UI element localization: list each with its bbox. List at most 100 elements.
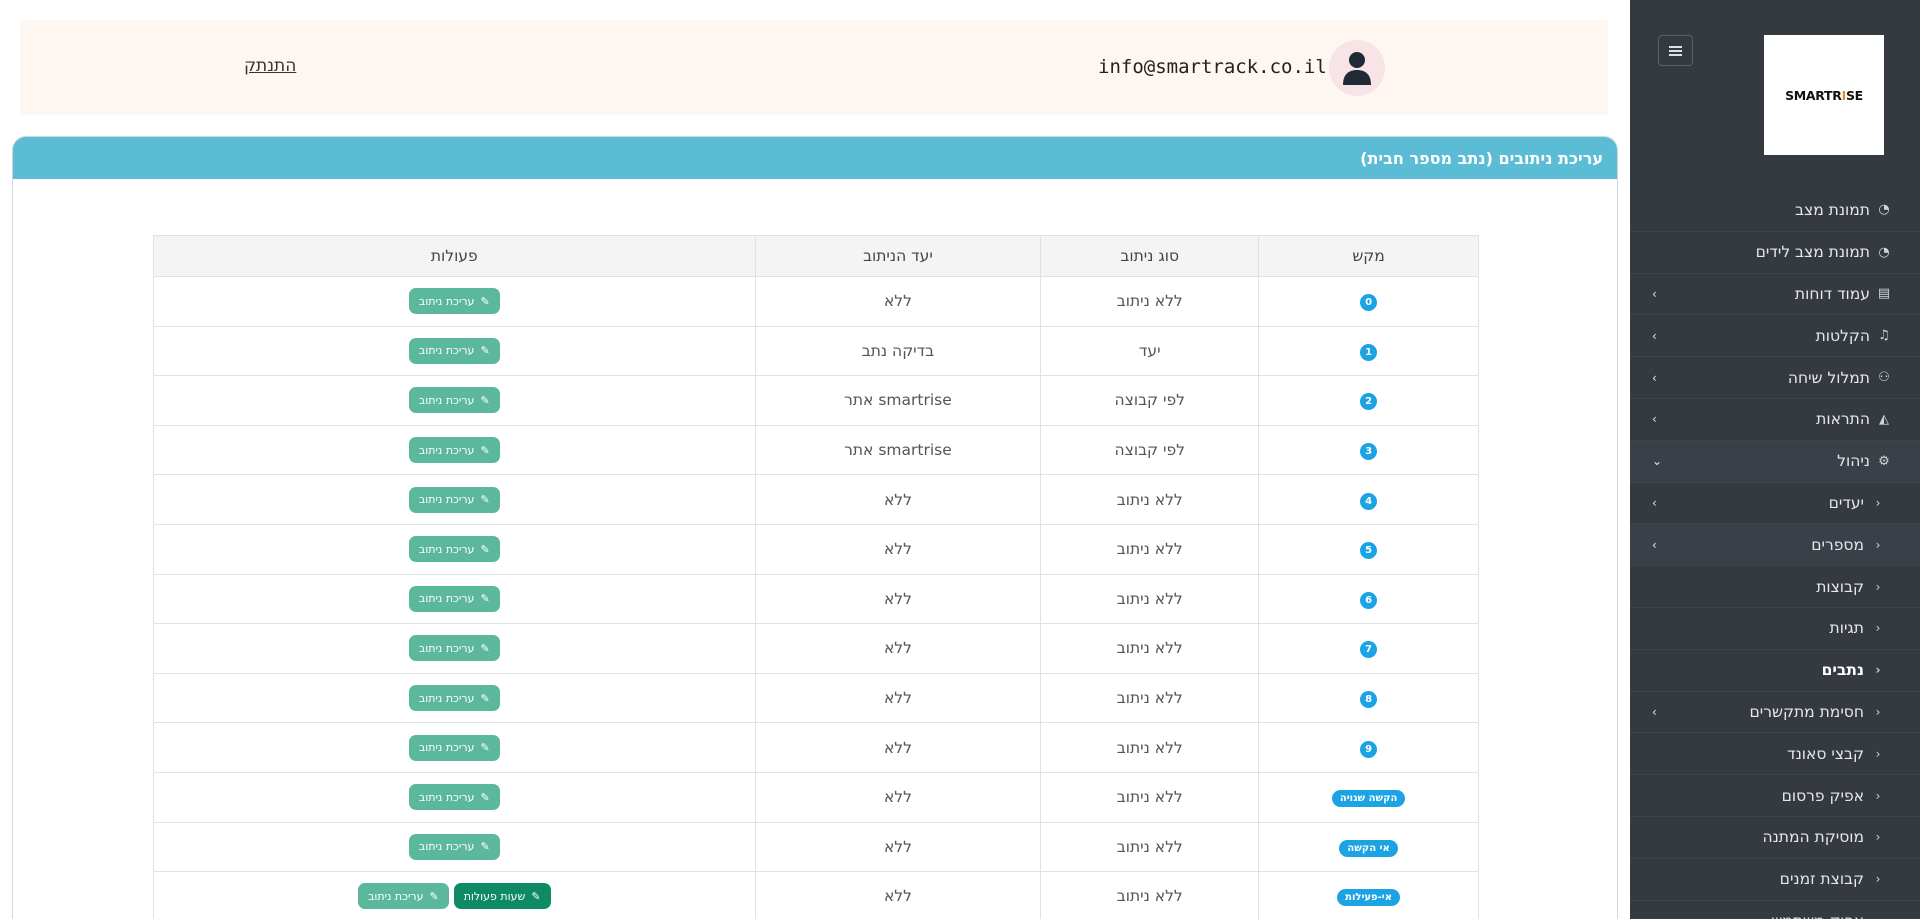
route-destination-cell: ללא: [754, 722, 1042, 773]
sidebar-subitem[interactable]: ‹ קבצי סאונד: [1630, 732, 1920, 774]
report-icon: ▤: [1877, 286, 1891, 302]
chevron-left-icon: ‹: [1875, 704, 1881, 719]
edit-route-button[interactable]: ✎ עריכת ניתוב: [408, 635, 500, 662]
sidebar-item[interactable]: ▤ עמוד דוחות ›: [1630, 272, 1920, 315]
sidebar-subitem[interactable]: ‹ חסימת מתקשרים ›: [1630, 690, 1920, 733]
card-title: עריכת ניתובים (נתב מספר חבית): [13, 137, 1617, 179]
actions-cell: ✎ עריכת ניתוב: [153, 722, 756, 773]
key-cell: 0: [1258, 276, 1479, 327]
table-row: הקשה שגויה ללא ניתוב ללא ✎ עריכת ניתוב: [153, 771, 1479, 823]
column-header-type: סוג ניתוב: [1040, 235, 1260, 277]
sidebar-item[interactable]: ◭ התראות ›: [1630, 397, 1920, 440]
key-cell: 1: [1258, 325, 1479, 377]
avatar[interactable]: [1329, 40, 1385, 96]
sidebar-subitem[interactable]: ‹ קבוצות: [1630, 565, 1920, 607]
table-row: אי הקשה ללא ניתוב ללא ✎ עריכת ניתוב: [153, 821, 1479, 873]
sidebar-subitem[interactable]: ‹ אפיק משתמש: [1630, 899, 1920, 919]
user-icon: [1343, 52, 1371, 85]
sidebar-subitem-label: נתבים: [1821, 661, 1864, 680]
route-destination-cell: ללא: [754, 771, 1042, 823]
edit-route-button[interactable]: ✎ עריכת ניתוב: [408, 685, 500, 712]
pencil-icon: ✎: [480, 393, 490, 407]
operating-hours-button[interactable]: ✎ שעות פעולות: [453, 883, 551, 910]
music-icon: ♫: [1878, 328, 1890, 344]
edit-route-button[interactable]: ✎ עריכת ניתוב: [408, 486, 500, 513]
actions-cell: ✎ עריכת ניתוב: [153, 821, 756, 873]
pencil-icon: ✎: [480, 443, 490, 457]
chevron-left-icon: ‹: [1875, 830, 1881, 845]
chevron-left-icon: ‹: [1875, 663, 1881, 678]
sidebar-item[interactable]: ⚙ ניהול ⌄: [1630, 439, 1920, 482]
key-badge: 5: [1360, 542, 1378, 560]
key-badge: 4: [1360, 492, 1378, 510]
sidebar-subitem-label: חסימת מתקשרים: [1749, 702, 1865, 721]
edit-route-button[interactable]: ✎ עריכת ניתוב: [408, 734, 500, 761]
sidebar-subitem[interactable]: ‹ מספרים ›: [1630, 523, 1920, 566]
sidebar-item[interactable]: ◔ תמונת מצב לידים: [1630, 230, 1920, 273]
sidebar-subitem-label: יעדים: [1828, 493, 1864, 512]
key-cell: 8: [1258, 672, 1479, 724]
sidebar-subitem-label: קבוצת זמנים: [1779, 870, 1864, 889]
chevron-left-icon: ‹: [1875, 495, 1881, 510]
route-destination-cell: ללא: [754, 573, 1042, 625]
edit-route-button[interactable]: ✎ עריכת ניתוב: [408, 437, 500, 464]
transcript-icon: ⚇: [1878, 370, 1890, 386]
logo-text: SMARTRISE: [1785, 87, 1863, 103]
sidebar-item[interactable]: ⚇ תמלול שיחה ›: [1630, 356, 1920, 398]
key-badge: 7: [1360, 641, 1378, 659]
key-cell: 7: [1258, 623, 1479, 674]
column-header-destination: יעד הניתוב: [754, 235, 1042, 277]
key-badge: אי-פעילות: [1337, 889, 1401, 907]
sidebar-subitem-label: תגיות: [1829, 619, 1864, 638]
sidebar-subitem[interactable]: ‹ אפיק פרסום: [1630, 774, 1920, 816]
route-type-cell: יעד: [1040, 325, 1260, 377]
sidebar-item[interactable]: ♫ הקלטות ›: [1630, 314, 1920, 356]
edit-route-button[interactable]: ✎ עריכת ניתוב: [408, 337, 500, 364]
sidebar-item-label: תמלול שיחה: [1787, 368, 1870, 387]
edit-route-button[interactable]: ✎ עריכת ניתוב: [408, 536, 500, 563]
route-type-cell: לפי קבוצה: [1040, 375, 1260, 426]
pencil-icon: ✎: [429, 889, 439, 903]
pencil-icon: ✎: [531, 889, 541, 903]
table-row: 2 לפי קבוצה smartrise אתר ✎ עריכת ניתוב: [153, 375, 1479, 426]
key-cell: אי הקשה: [1258, 821, 1479, 873]
chevron-icon: ›: [1652, 412, 1657, 427]
sidebar-subitem[interactable]: ‹ יעדים ›: [1630, 481, 1920, 524]
sidebar-subitem-label: מספרים: [1811, 535, 1864, 554]
route-type-cell: ללא ניתוב: [1040, 623, 1260, 674]
table-row: אי-פעילות ללא ניתוב ללא ✎ שעות פעולות ✎ עריכת…: [153, 871, 1479, 919]
route-destination-cell: בדיקה נתב: [754, 325, 1042, 377]
menu-toggle-button[interactable]: [1658, 35, 1693, 66]
table-row: 3 לפי קבוצה smartrise אתר ✎ עריכת ניתוב: [153, 424, 1479, 476]
sidebar-item[interactable]: ◔ תמונת מצב: [1630, 189, 1920, 231]
edit-route-button[interactable]: ✎ עריכת ניתוב: [357, 883, 449, 910]
pencil-icon: ✎: [480, 741, 490, 755]
key-badge: 8: [1360, 691, 1378, 709]
route-type-cell: ללא ניתוב: [1040, 573, 1260, 625]
route-type-cell: ללא ניתוב: [1040, 722, 1260, 773]
chevron-left-icon: ‹: [1875, 872, 1881, 887]
key-badge: 6: [1360, 591, 1378, 609]
pencil-icon: ✎: [480, 592, 490, 606]
route-type-cell: ללא ניתוב: [1040, 672, 1260, 724]
pencil-icon: ✎: [480, 840, 490, 854]
sidebar-subitem[interactable]: ‹ מוסיקת המתנה: [1630, 815, 1920, 858]
route-destination-cell: ללא: [754, 871, 1042, 919]
sidebar-item-label: ניהול: [1837, 452, 1870, 471]
chevron-left-icon: ‹: [1875, 621, 1881, 636]
table-row: 4 ללא ניתוב ללא ✎ עריכת ניתוב: [153, 474, 1479, 525]
edit-route-button[interactable]: ✎ עריכת ניתוב: [408, 833, 500, 860]
edit-route-button[interactable]: ✎ עריכת ניתוב: [408, 288, 500, 315]
edit-route-button[interactable]: ✎ עריכת ניתוב: [408, 387, 500, 414]
actions-cell: ✎ שעות פעולות ✎ עריכת ניתוב: [153, 871, 756, 919]
sidebar-subitem[interactable]: ‹ קבוצת זמנים: [1630, 857, 1920, 900]
logout-link[interactable]: התנתק: [244, 56, 296, 76]
edit-route-button[interactable]: ✎ עריכת ניתוב: [408, 585, 500, 612]
route-type-cell: ללא ניתוב: [1040, 523, 1260, 575]
edit-route-button[interactable]: ✎ עריכת ניתוב: [408, 784, 500, 811]
sidebar-subitem[interactable]: ‹ נתבים: [1630, 648, 1920, 691]
top-header: התנתק info@smartrack.co.il: [20, 20, 1608, 115]
table-row: 5 ללא ניתוב ללא ✎ עריכת ניתוב: [153, 523, 1479, 575]
sidebar-subitem[interactable]: ‹ תגיות: [1630, 606, 1920, 649]
table-row: 9 ללא ניתוב ללא ✎ עריכת ניתוב: [153, 722, 1479, 773]
